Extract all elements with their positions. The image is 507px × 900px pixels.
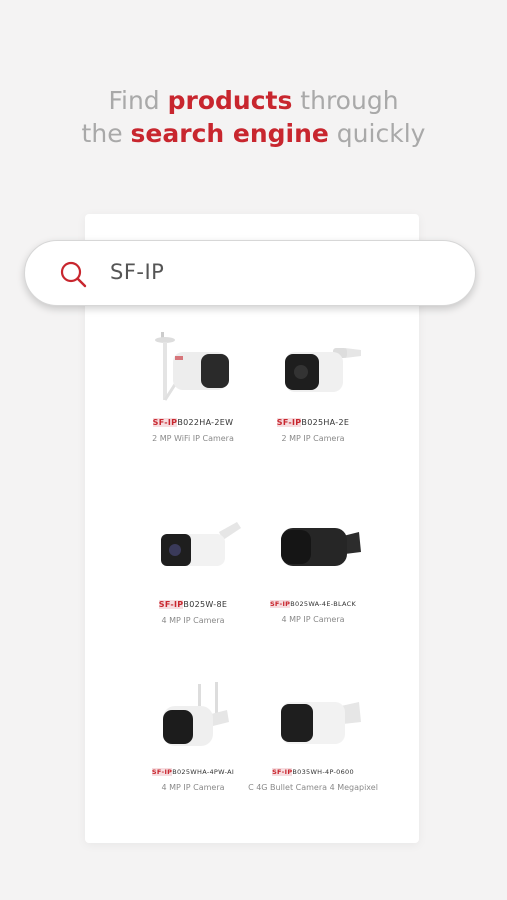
product-description: C 4G Bullet Camera 4 Megapixel (248, 783, 378, 792)
model-rest: B025WHA-4PW-AI (172, 768, 235, 776)
product-model: SF-IPB025WHA-4PW-AI (128, 768, 258, 776)
search-match: SF-IP (151, 768, 173, 776)
headline-text: quickly (328, 119, 426, 148)
search-icon[interactable] (59, 260, 87, 288)
product-item[interactable]: SF-IPB035WH-4P-0600 C 4G Bullet Camera 4… (248, 682, 378, 793)
product-description: 2 MP IP Camera (281, 434, 345, 443)
search-match: SF-IP (152, 418, 178, 427)
search-input[interactable]: SF-IP (110, 260, 164, 284)
wifi-bullet-camera-icon (143, 682, 243, 762)
model-rest: B025WA-4E-BLACK (290, 600, 357, 608)
product-model: SF-IPB035WH-4P-0600 (248, 768, 378, 776)
search-bar[interactable]: SF-IP (24, 240, 476, 306)
bullet-camera-icon (143, 514, 243, 594)
product-model: SF-IPB022HA-2EW (128, 418, 258, 427)
bullet-camera-icon (263, 682, 363, 762)
product-description: 4 MP IP Camera (161, 783, 225, 792)
model-rest: B035WH-4P-0600 (292, 768, 354, 776)
product-item[interactable]: SF-IPB025W-8E 4 MP IP Camera (128, 514, 258, 626)
headline-highlight: products (167, 86, 293, 115)
headline-text: through (292, 86, 399, 115)
model-rest: B025W-8E (183, 600, 228, 609)
product-item[interactable]: SF-IPB025WHA-4PW-AI 4 MP IP Camera (128, 682, 258, 793)
product-item[interactable]: SF-IPB025HA-2E 2 MP IP Camera (248, 332, 378, 444)
search-match: SF-IP (272, 768, 293, 776)
model-rest: B025HA-2E (301, 418, 350, 427)
headline-line-2: the search engine quickly (0, 117, 507, 150)
product-model: SF-IPB025HA-2E (248, 418, 378, 427)
black-bullet-camera-icon (263, 514, 363, 594)
product-item[interactable]: SF-IPB025WA-4E-BLACK 4 MP IP Camera (248, 514, 378, 625)
model-rest: B022HA-2EW (177, 418, 234, 427)
wifi-bullet-camera-icon (143, 332, 243, 412)
product-item[interactable]: SF-IPB022HA-2EW 2 MP WiFi IP Camera (128, 332, 258, 444)
headline-highlight: search engine (130, 119, 329, 148)
headline-text: Find (108, 86, 168, 115)
headline-line-1: Find products through (0, 84, 507, 117)
bullet-camera-icon (263, 332, 363, 412)
product-description: 4 MP IP Camera (281, 615, 345, 624)
headline-text: the (81, 119, 131, 148)
results-card: SF-IPB022HA-2EW 2 MP WiFi IP Camera SF-I… (85, 214, 419, 843)
product-model: SF-IPB025W-8E (128, 600, 258, 609)
product-description: 4 MP IP Camera (161, 616, 225, 625)
search-match: SF-IP (276, 418, 302, 427)
product-model: SF-IPB025WA-4E-BLACK (248, 600, 378, 608)
search-match: SF-IP (269, 600, 291, 608)
headline: Find products through the search engine … (0, 84, 507, 150)
product-description: 2 MP WiFi IP Camera (152, 434, 234, 443)
search-match: SF-IP (158, 600, 184, 609)
